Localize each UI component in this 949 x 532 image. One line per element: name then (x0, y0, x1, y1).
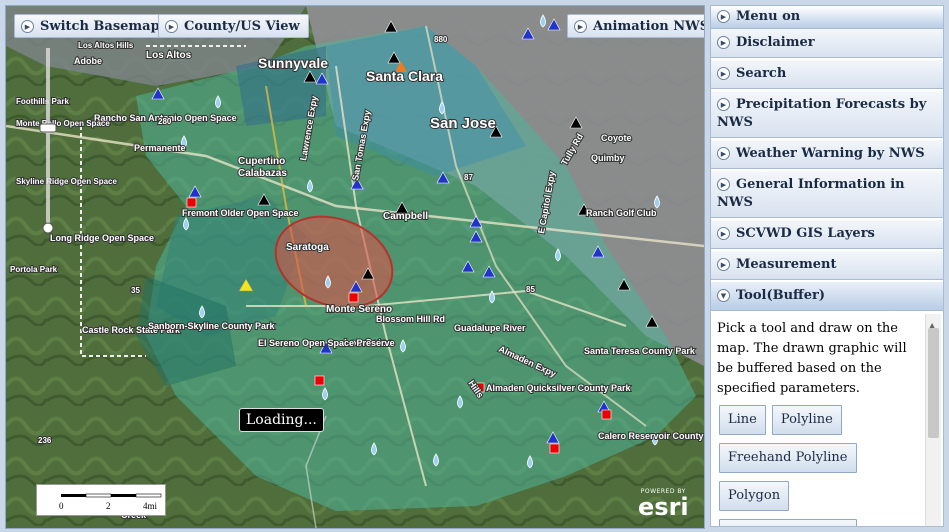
play-icon: ▶ (574, 20, 587, 33)
map-label: Skyline Ridge Open Space (16, 177, 117, 186)
accordion-item[interactable]: ▶ Disclaimer (711, 29, 943, 58)
accordion-tool-buffer[interactable]: ▼ Tool(Buffer) (711, 282, 943, 311)
expand-icon: ▶ (717, 147, 730, 160)
tool-button[interactable]: Polyline (771, 405, 842, 435)
zoom-slider[interactable] (38, 48, 60, 238)
panel-scrollbar[interactable]: ▲ ▼ (925, 314, 941, 526)
zoom-handle[interactable] (39, 123, 57, 133)
map-label: Blossom Hill Rd (376, 314, 445, 324)
accordion-list: ▶ Disclaimer ▶ Search ▶ Precipitation Forecas… (711, 29, 943, 280)
map-label: Los Altos (146, 50, 192, 61)
accordion-item[interactable]: ▶ Search (711, 60, 943, 89)
accordion-item[interactable]: ▶ Precipitation Forecasts by NWS (711, 91, 943, 138)
map-label: El Sereno Open Space Preserve (258, 338, 395, 348)
expand-icon: ▶ (717, 258, 730, 271)
tool-button-group: LinePolyline Freehand Polyline Polygon Free… (717, 401, 925, 526)
accordion-item-label: Search (736, 66, 787, 81)
loading-indicator: Loading... (239, 408, 324, 432)
map-label: Permanente (134, 143, 186, 153)
map-label: Sanborn-Skyline County Park (148, 321, 276, 331)
scale-tick-label: 0 (59, 501, 64, 511)
accordion-item-label: General Information in NWS (717, 177, 905, 210)
expand-icon: ▶ (717, 178, 730, 191)
accordion-item[interactable]: ▶ Measurement (711, 251, 943, 280)
map-label: Calabazas (238, 168, 287, 179)
accordion-item[interactable]: ▶ Weather Warning by NWS (711, 140, 943, 169)
map-label: Portola Park (10, 265, 58, 274)
scale-tick-label: 2 (106, 501, 111, 511)
tool-button[interactable]: Polygon (719, 481, 790, 511)
map-label: Quimby (591, 153, 625, 163)
scroll-down-icon[interactable]: ▼ (929, 520, 935, 526)
accordion-item-label: SCVWD GIS Layers (736, 226, 875, 241)
esri-logo: esri (638, 493, 689, 521)
animation-nws-button[interactable]: ▶ Animation NWS (567, 14, 704, 38)
expand-icon: ▶ (717, 98, 730, 111)
map-view[interactable]: Sunnyvale Santa Clara San Jose Los Altos… (5, 5, 705, 529)
map-label: Sunnyvale (258, 55, 328, 71)
map-label: Cupertino (238, 156, 285, 167)
play-icon: ▶ (21, 20, 34, 33)
menu-icon: ▶ (717, 10, 730, 23)
accordion-item-label: Weather Warning by NWS (736, 146, 925, 161)
expand-icon: ▶ (717, 227, 730, 240)
menu-header[interactable]: ▶ Menu on (711, 6, 943, 29)
county-view-button[interactable]: ▶ County/US View (158, 14, 309, 38)
basemap: Sunnyvale Santa Clara San Jose Los Altos… (6, 6, 704, 528)
expand-icon: ▶ (717, 67, 730, 80)
expand-icon: ▶ (717, 36, 730, 49)
esri-attribution: POWERED BY esri (638, 488, 689, 521)
tool-description: Pick a tool and draw on the map. The dra… (717, 321, 907, 396)
tool-button[interactable]: Line (719, 405, 766, 435)
map-label: Santa Clara (366, 68, 443, 84)
map-label: Almaden Quicksilver County Park (486, 383, 632, 393)
scale-tick-label: 4mi (143, 501, 158, 511)
accordion-item[interactable]: ▶ SCVWD GIS Layers (711, 220, 943, 249)
map-label: Coyote (601, 133, 632, 143)
tool-button[interactable]: Freehand Polyline (719, 443, 857, 473)
map-label: Guadalupe River (454, 323, 526, 333)
map-label: 35 (131, 286, 140, 295)
map-label: San Jose (430, 115, 496, 132)
map-label: Campbell (383, 211, 428, 222)
map-label: 236 (38, 436, 52, 445)
accordion-item[interactable]: ▶ General Information in NWS (711, 171, 943, 218)
map-label: Calero Reservoir County Park (598, 431, 704, 441)
expand-icon: ▼ (717, 289, 730, 302)
map-label: Los Altos Hills (78, 41, 134, 50)
map-label: 85 (526, 285, 535, 294)
map-label: Saratoga (286, 242, 329, 253)
scale-bar: 0 2 4mi (36, 484, 166, 516)
map-label: Adobe (74, 56, 102, 66)
map-label: 880 (434, 35, 448, 44)
tool-button[interactable]: Freehand Polygon (719, 519, 857, 526)
accordion-item-label: Disclaimer (736, 35, 815, 50)
map-label: Long Ridge Open Space (50, 233, 154, 243)
accordion-item-label: Precipitation Forecasts by NWS (717, 97, 927, 130)
switch-basemap-button[interactable]: ▶ Switch Basemap (14, 14, 169, 38)
map-label: 87 (464, 173, 473, 182)
map-label: Ranch Golf Club (586, 208, 657, 218)
map-label: Santa Teresa County Park (584, 346, 696, 356)
play-icon: ▶ (165, 20, 178, 33)
map-label: 280 (158, 117, 172, 126)
side-panel: ▶ Menu on ▶ Disclaimer ▶ Search ▶ Precipitatio… (710, 5, 944, 527)
scroll-thumb[interactable] (928, 328, 939, 438)
map-label: Monte Bello Open Space (16, 119, 110, 128)
tool-buffer-panel: Pick a tool and draw on the map. The dra… (711, 313, 943, 526)
accordion-item-label: Measurement (736, 257, 837, 272)
map-label: Fremont Older Open Space (182, 208, 299, 218)
